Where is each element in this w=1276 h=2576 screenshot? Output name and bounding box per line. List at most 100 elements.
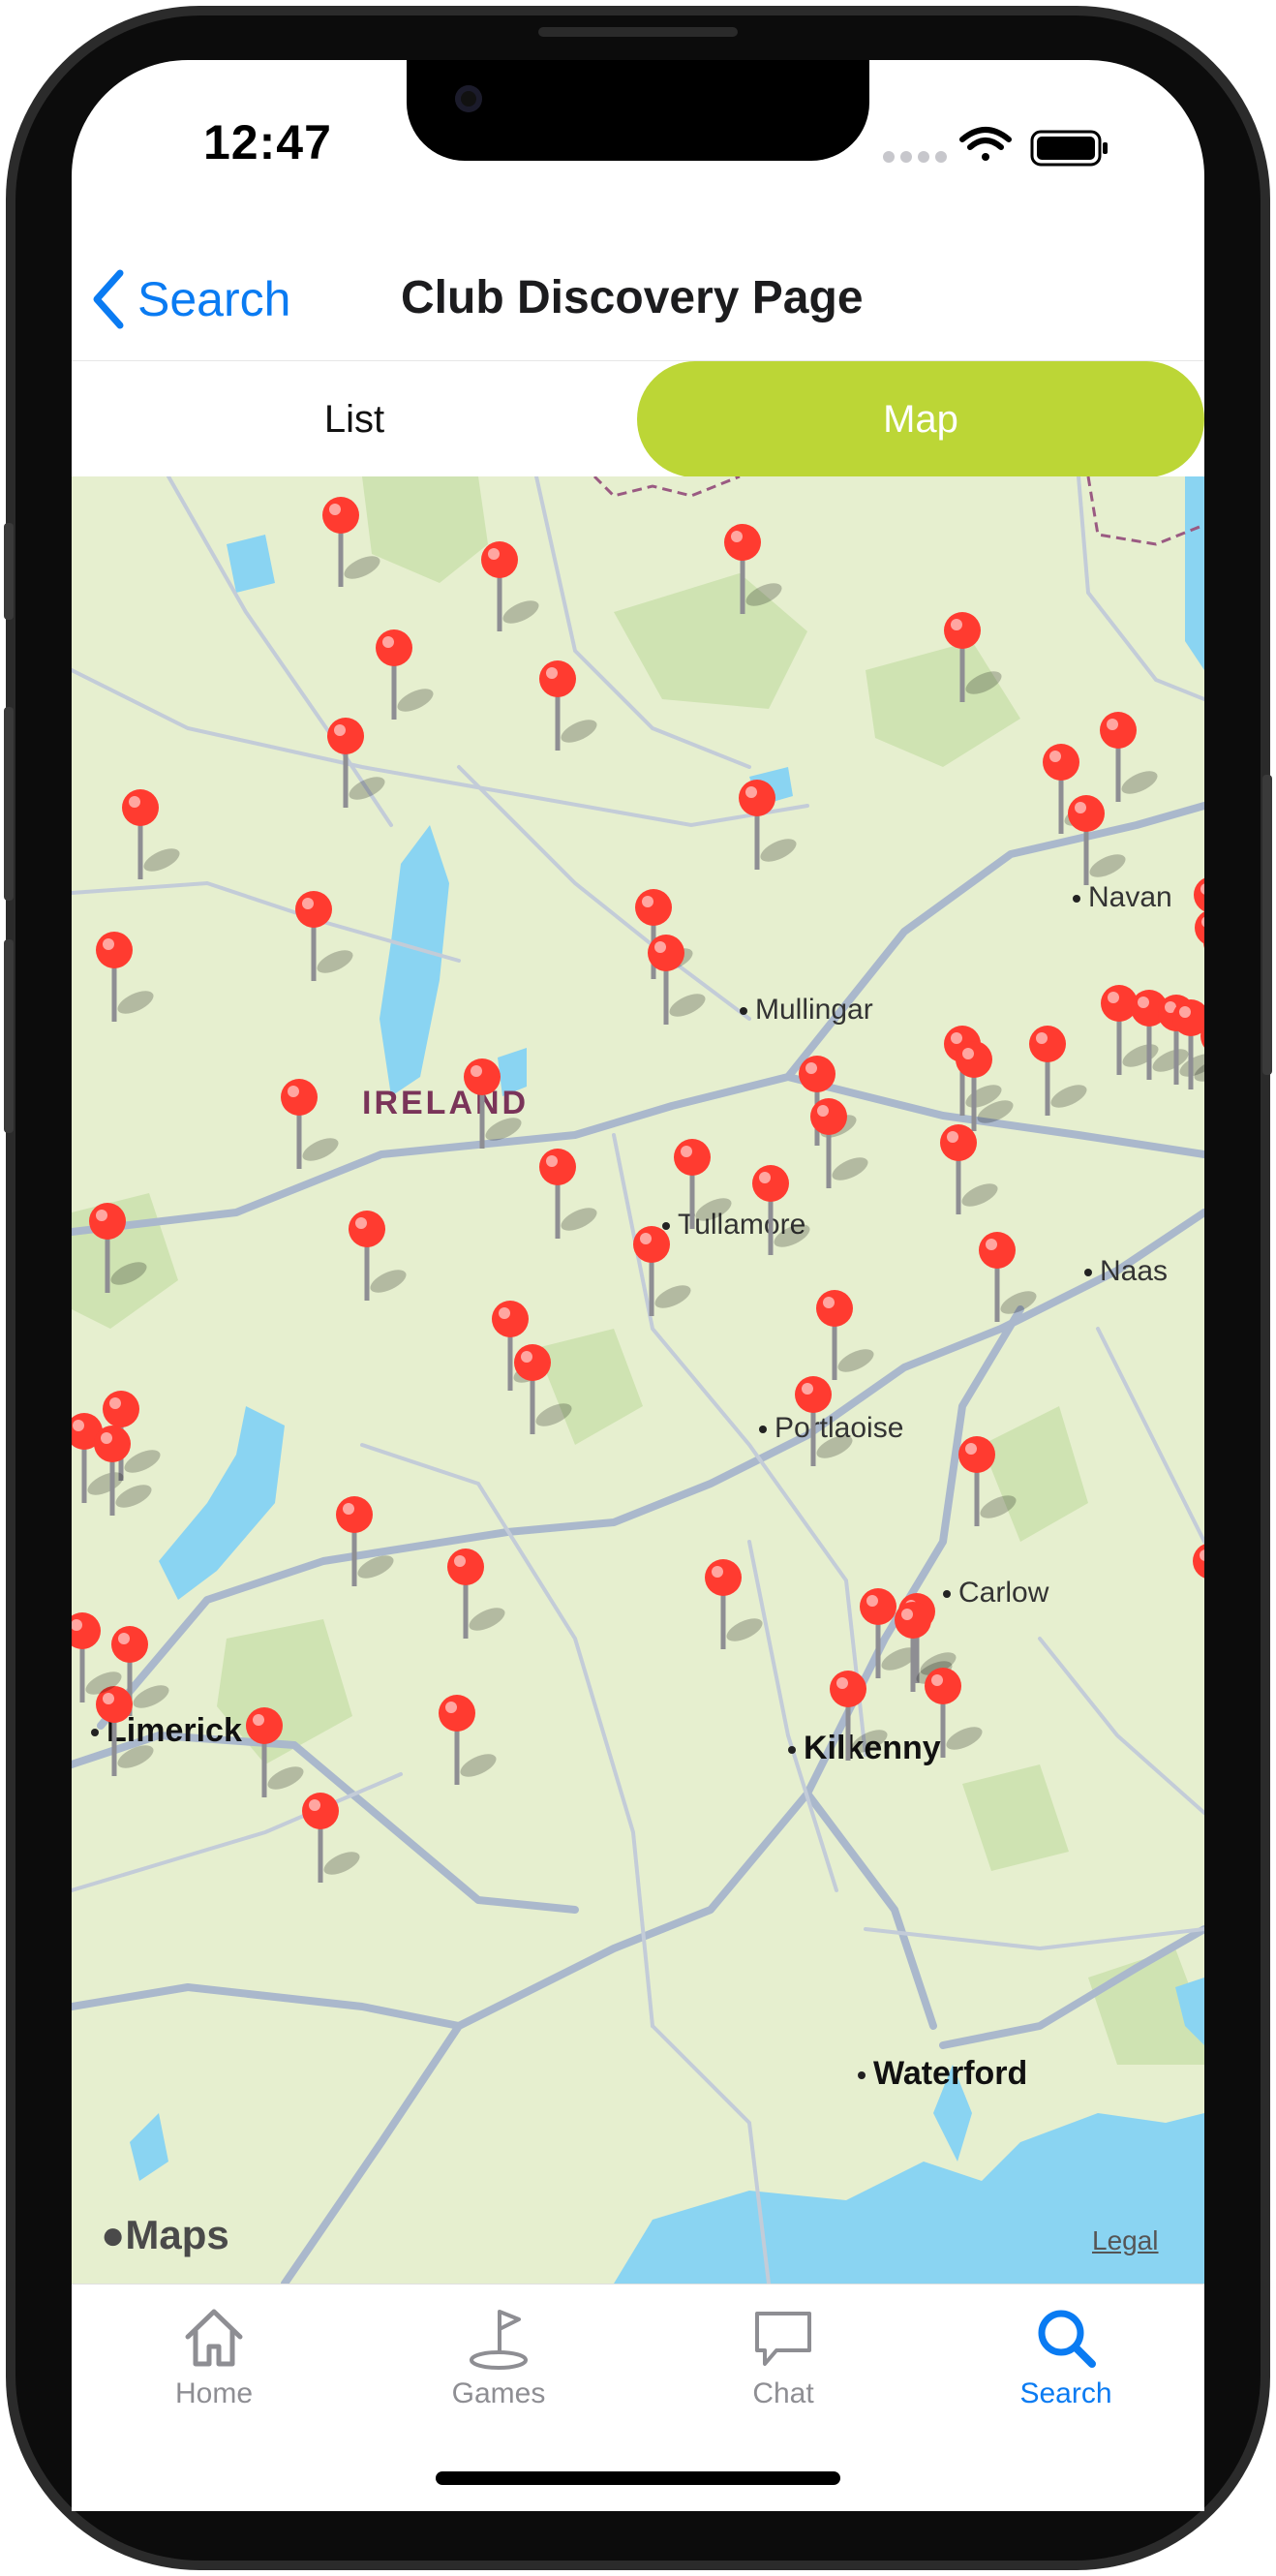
map-pin-icon <box>481 541 539 631</box>
home-indicator <box>436 2471 840 2485</box>
golf-flag-icon <box>470 2310 528 2370</box>
club-pin[interactable] <box>953 1040 1014 1135</box>
club-pin[interactable] <box>346 1210 407 1304</box>
map-pin-icon <box>122 789 180 879</box>
club-pin[interactable] <box>72 1611 122 1706</box>
tab-games[interactable]: Games <box>407 2304 591 2439</box>
map-pin-icon <box>72 1612 122 1702</box>
club-pin[interactable] <box>792 1375 853 1470</box>
map-pin-icon <box>376 629 434 720</box>
back-label: Search <box>137 272 291 326</box>
club-pin[interactable] <box>1026 1025 1087 1119</box>
club-pin[interactable] <box>645 934 706 1028</box>
map-pin-icon <box>940 1124 998 1214</box>
page-title: Club Discovery Page <box>401 272 864 323</box>
map-pin-icon <box>795 1376 853 1466</box>
map-pin-icon <box>336 1496 394 1586</box>
club-pin[interactable] <box>278 1078 339 1173</box>
map-view[interactable]: IRELAND Mullingar Navan Tullamore Naas P… <box>72 476 1204 2284</box>
club-pin[interactable] <box>478 540 539 635</box>
map-pin-icon <box>246 1707 304 1797</box>
map-pin-icon <box>1200 1025 1204 1048</box>
magnifier-icon <box>1038 2310 1096 2368</box>
club-pin[interactable] <box>922 1667 983 1762</box>
segment-map[interactable]: Map <box>637 361 1204 477</box>
map-pin-icon <box>830 1671 888 1761</box>
club-pins-layer <box>72 476 1204 2284</box>
map-pin-icon <box>89 1203 147 1293</box>
club-pin[interactable] <box>976 1231 1037 1326</box>
map-pin-icon <box>539 1149 597 1239</box>
tab-search[interactable]: Search <box>974 2304 1158 2439</box>
club-pin[interactable] <box>93 931 154 1026</box>
chat-bubble-icon <box>755 2312 811 2366</box>
club-pin[interactable] <box>813 1289 874 1384</box>
club-pin[interactable] <box>243 1706 304 1801</box>
club-pin[interactable] <box>630 1225 691 1320</box>
tab-home[interactable]: Home <box>122 2304 306 2439</box>
tab-home-label: Home <box>174 2377 254 2409</box>
map-pin-icon <box>94 1426 152 1516</box>
map-pin-icon <box>956 1041 1014 1131</box>
club-pin[interactable] <box>827 1670 888 1764</box>
club-pin[interactable] <box>436 1694 497 1789</box>
notch <box>407 60 869 161</box>
view-segmented-control: List Map <box>72 360 1204 477</box>
back-button[interactable]: Search <box>91 265 290 333</box>
club-pin[interactable] <box>536 659 597 754</box>
map-pin-icon <box>295 891 353 981</box>
map-pin-icon <box>514 1344 572 1434</box>
club-pin[interactable] <box>749 1164 810 1259</box>
tab-chat[interactable]: Chat <box>691 2304 875 2439</box>
club-pin[interactable] <box>536 1148 597 1242</box>
map-pin-icon <box>539 660 597 751</box>
map-pin-icon <box>816 1290 874 1380</box>
map-pin-icon <box>674 1139 732 1229</box>
club-pin[interactable] <box>119 788 180 883</box>
club-pin[interactable] <box>333 1495 394 1590</box>
legal-link[interactable]: Legal <box>1092 2225 1159 2256</box>
club-pin[interactable] <box>937 1123 998 1218</box>
club-pin[interactable] <box>702 1558 763 1653</box>
club-pin[interactable] <box>511 1343 572 1438</box>
wifi-icon <box>959 127 1012 161</box>
navigation-bar: Search Club Discovery Page <box>72 242 1204 358</box>
map-pin-icon <box>958 1436 1017 1526</box>
battery-icon <box>1030 130 1108 167</box>
club-pin[interactable] <box>324 717 385 812</box>
map-pin-icon <box>349 1211 407 1301</box>
club-pin[interactable] <box>1198 1017 1204 1112</box>
status-time: 12:47 <box>203 115 332 169</box>
club-pin[interactable] <box>671 1138 732 1233</box>
club-pin[interactable] <box>86 1202 147 1297</box>
map-pin-icon <box>648 935 706 1025</box>
club-pin[interactable] <box>461 1058 522 1152</box>
club-pin[interactable] <box>956 1435 1017 1530</box>
tab-search-label: Search <box>1019 2377 1112 2409</box>
map-pin-icon <box>705 1559 763 1649</box>
map-pin-icon <box>1068 795 1126 885</box>
map-pin-icon <box>752 1165 810 1255</box>
status-icons <box>883 127 1108 167</box>
club-pin[interactable] <box>373 629 434 723</box>
tab-chat-label: Chat <box>752 2377 814 2409</box>
map-pin-icon <box>96 932 154 1022</box>
club-pin[interactable] <box>941 611 1002 706</box>
club-pin[interactable] <box>299 1792 360 1886</box>
club-pin[interactable] <box>292 890 353 985</box>
club-pin[interactable] <box>721 523 782 618</box>
map-pin-icon <box>464 1058 522 1149</box>
segment-list[interactable]: List <box>72 361 637 477</box>
club-pin[interactable] <box>319 496 380 591</box>
chevron-left-icon <box>93 269 124 329</box>
house-icon <box>185 2309 243 2367</box>
club-pin[interactable] <box>1065 794 1126 889</box>
map-pin-icon <box>739 780 797 870</box>
club-pin[interactable] <box>91 1425 152 1519</box>
map-pin-icon <box>944 612 1002 702</box>
map-pin-icon <box>633 1226 691 1316</box>
club-pin[interactable] <box>1190 1542 1204 1637</box>
club-pin[interactable] <box>736 779 797 874</box>
map-pin-icon <box>925 1668 983 1758</box>
club-pin[interactable] <box>444 1548 505 1642</box>
